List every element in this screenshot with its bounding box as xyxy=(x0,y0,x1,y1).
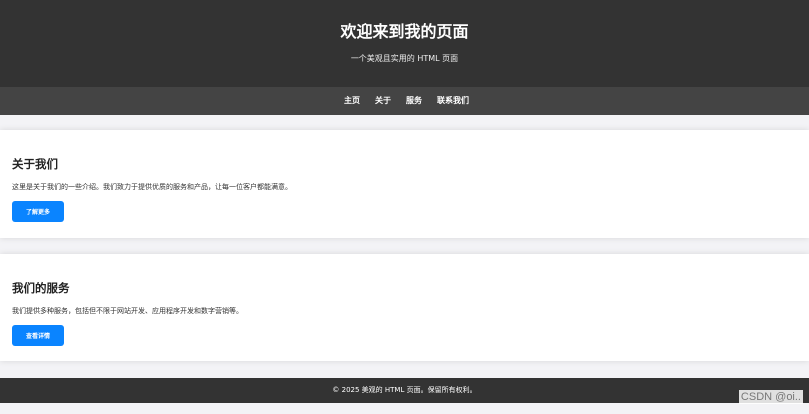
services-section: 我们的服务 我们提供多种服务，包括但不限于网站开发、应用程序开发和数字营销等。 … xyxy=(0,254,809,361)
main-nav: 主页 关于 服务 联系我们 xyxy=(0,87,809,115)
nav-link-contact[interactable]: 联系我们 xyxy=(437,95,469,107)
site-footer: © 2025 美观的 HTML 页面。保留所有权利。 xyxy=(0,378,809,403)
footer-copyright: © 2025 美观的 HTML 页面。保留所有权利。 xyxy=(332,386,477,394)
page-subtitle: 一个美观且实用的 HTML 页面 xyxy=(350,54,459,63)
services-section-title: 我们的服务 xyxy=(12,281,70,295)
nav-link-about[interactable]: 关于 xyxy=(375,95,391,107)
learn-more-button[interactable]: 了解更多 xyxy=(12,201,64,222)
nav-link-home[interactable]: 主页 xyxy=(344,95,360,107)
about-section-text: 这里是关于我们的一些介绍。我们致力于提供优质的服务和产品，让每一位客户都能满意。 xyxy=(12,183,292,191)
services-section-text: 我们提供多种服务，包括但不限于网站开发、应用程序开发和数字营销等。 xyxy=(12,307,243,315)
site-header: 欢迎来到我的页面 一个美观且实用的 HTML 页面 xyxy=(0,0,809,87)
csdn-watermark: CSDN @oi.. xyxy=(738,390,803,404)
view-details-button[interactable]: 查看详情 xyxy=(12,325,64,346)
about-section: 关于我们 这里是关于我们的一些介绍。我们致力于提供优质的服务和产品，让每一位客户… xyxy=(0,130,809,238)
nav-link-services[interactable]: 服务 xyxy=(406,95,422,107)
page-title: 欢迎来到我的页面 xyxy=(340,22,469,41)
about-section-title: 关于我们 xyxy=(12,157,58,171)
